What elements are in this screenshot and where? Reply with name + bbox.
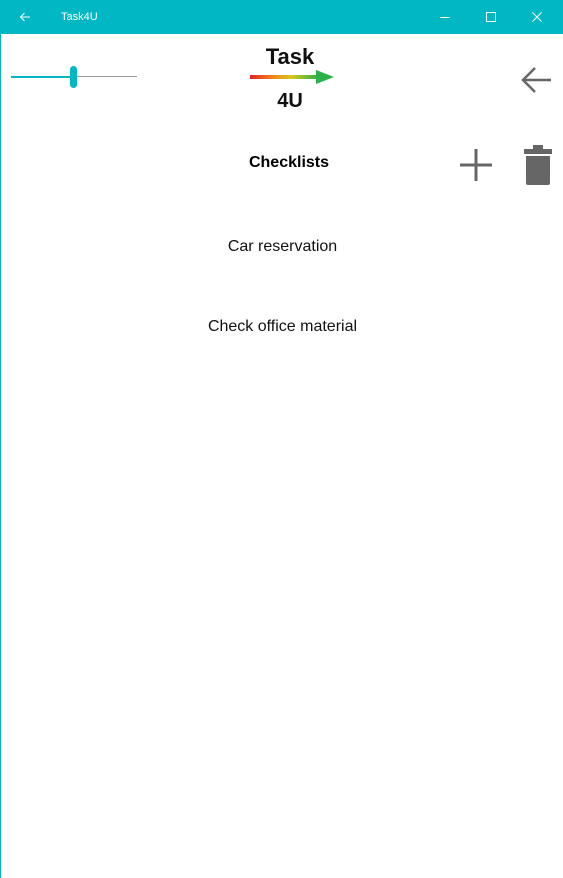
window-title: Task4U (61, 11, 98, 23)
minimize-icon (440, 17, 450, 18)
slider-track-filled (11, 76, 73, 78)
maximize-icon (486, 12, 496, 22)
list-item[interactable]: Car reservation (1, 226, 563, 306)
close-icon (532, 12, 542, 22)
slider-track-empty (77, 76, 137, 77)
plus-icon (460, 149, 492, 181)
close-button[interactable] (514, 0, 560, 34)
section-title: Checklists (248, 154, 330, 171)
title-bar: Task4U (1, 0, 563, 34)
delete-checklist-button[interactable] (520, 143, 556, 187)
logo-text-bottom: 4U (277, 90, 303, 112)
titlebar-back-button[interactable] (1, 0, 49, 34)
logo-arrow-icon (250, 70, 334, 84)
logo-text-top: Task (265, 44, 315, 69)
app-window: Task4U Task 4U Checklists Car reservatio… (0, 0, 563, 878)
maximize-button[interactable] (468, 0, 514, 34)
slider-thumb[interactable] (70, 66, 77, 88)
trash-icon (524, 145, 552, 185)
list-item[interactable]: Check office material (1, 306, 563, 386)
back-arrow-icon (521, 67, 551, 93)
back-button[interactable] (518, 62, 554, 98)
app-logo: Task 4U (244, 44, 336, 122)
zoom-slider[interactable] (11, 66, 137, 88)
add-checklist-button[interactable] (456, 145, 496, 185)
checklist-list: Car reservation Check office material (1, 226, 563, 386)
minimize-button[interactable] (422, 0, 468, 34)
back-arrow-icon (19, 12, 30, 22)
